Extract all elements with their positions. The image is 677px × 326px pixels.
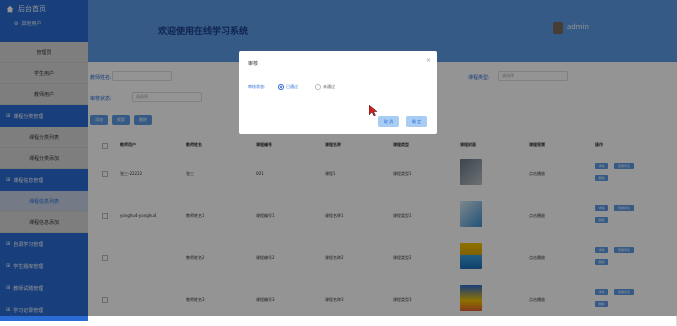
mouse-cursor-icon	[369, 105, 378, 117]
radio-pass-label[interactable]: 已通过	[286, 84, 298, 90]
app-frame: 后台首页 ⚙ 其他用户 管理员 学生用户 教师用户 ⊞ 课程分类管理 课程分类列表…	[0, 0, 677, 326]
modal-overlay[interactable]	[0, 0, 677, 316]
radio-fail[interactable]	[315, 84, 321, 90]
review-status-label: 审核状态:	[248, 84, 266, 89]
radio-fail-label[interactable]: 未通过	[323, 84, 335, 90]
confirm-button[interactable]: 确 定	[406, 116, 427, 127]
review-dialog: 审核 × 审核状态: 已通过 未通过 取 消 确 定	[239, 51, 437, 134]
radio-pass[interactable]	[278, 84, 284, 90]
cancel-button[interactable]: 取 消	[378, 116, 399, 127]
dialog-title: 审核	[248, 61, 259, 67]
close-icon[interactable]: ×	[426, 57, 431, 64]
